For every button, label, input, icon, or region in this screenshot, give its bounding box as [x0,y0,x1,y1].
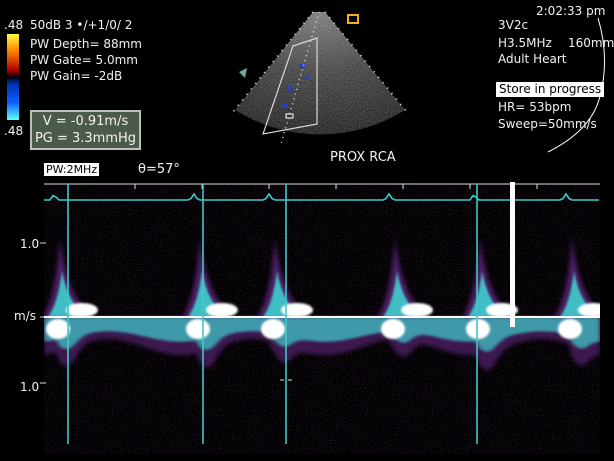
scale-top-value: .48 [4,18,24,32]
pw-depth: PW Depth= 88mm [30,37,142,51]
sector-image [232,11,408,145]
y-axis-unit: m/s [14,309,36,323]
pw-mode-label: PW:2MHz [44,163,100,176]
scale-bottom-value: .48 [4,124,24,138]
angle-correction: θ=57° [138,162,180,177]
clock: 2:02:33 pm [536,4,606,18]
vessel-label: PROX RCA [330,150,396,165]
probe-name: 3V2c [498,18,529,32]
pw-gain: PW Gain= -2dB [30,69,123,83]
gain-setting: 50dB 3 •/+1/0/ 2 [30,18,133,32]
y-axis-top-label: 1.0 [20,237,40,251]
color-velocity-scale [7,34,19,120]
orientation-marker-icon [239,68,247,78]
orientation-logo-icon [347,14,359,24]
y-axis-bottom-label: 1.0 [20,380,40,394]
pw-gate: PW Gate= 5.0mm [30,53,138,67]
measurement-box[interactable]: V = -0.91m/s PG = 3.3mmHg [30,110,141,150]
velocity-readout: V = -0.91m/s [42,114,129,129]
doppler-spectrum [40,182,600,444]
ecg-trace [44,192,599,201]
pressure-gradient-readout: PG = 3.3mmHg [34,131,137,146]
right-bracket [547,18,606,153]
